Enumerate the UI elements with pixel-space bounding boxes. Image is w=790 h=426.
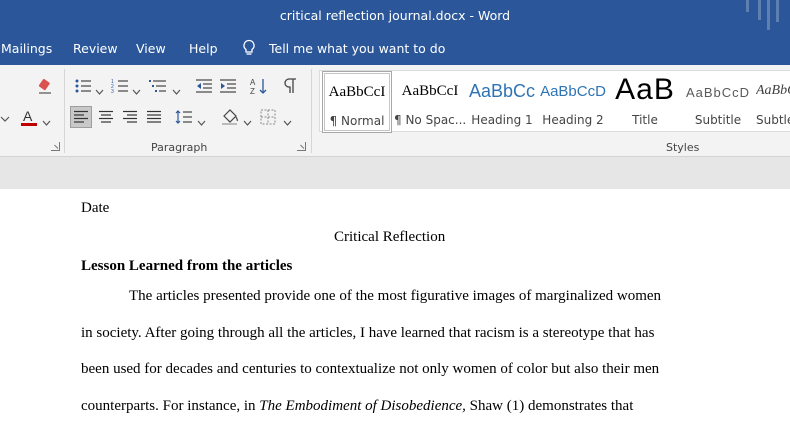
paragraph-dialog-launcher-icon[interactable] bbox=[297, 142, 306, 151]
svg-text:Z: Z bbox=[250, 87, 255, 95]
line-spacing-icon[interactable] bbox=[173, 106, 195, 128]
window-controls[interactable] bbox=[742, 0, 790, 33]
align-left-button[interactable] bbox=[70, 106, 92, 128]
paragraph-line: in society. After going through all the … bbox=[81, 325, 655, 341]
shading-dropdown-icon[interactable] bbox=[243, 114, 252, 132]
style-name: ¶ No Spac... bbox=[394, 113, 466, 127]
font-dialog-launcher-icon[interactable] bbox=[51, 142, 60, 151]
date-line: Date bbox=[81, 200, 110, 216]
style-sample: AaBbCcD bbox=[685, 85, 751, 100]
style-heading-2[interactable]: AaBbCcD Heading 2 bbox=[540, 71, 606, 133]
increase-indent-icon[interactable] bbox=[217, 75, 239, 97]
ribbon-tabs: Mailings Review View Help Tell me what y… bbox=[0, 33, 790, 65]
style-name: Heading 2 bbox=[542, 113, 604, 127]
style-name: Subtle bbox=[756, 113, 790, 127]
section-heading: Lesson Learned from the articles bbox=[81, 258, 293, 274]
text-run: Shaw (1) demonstrates that bbox=[465, 398, 634, 414]
borders-dropdown-icon[interactable] bbox=[283, 114, 292, 132]
svg-text:3: 3 bbox=[111, 89, 114, 94]
svg-text:A: A bbox=[23, 108, 33, 124]
line-spacing-dropdown-icon[interactable] bbox=[197, 114, 206, 132]
justify-button[interactable] bbox=[143, 106, 165, 128]
style-sample: AaBbCc bbox=[468, 81, 536, 101]
numbering-dropdown-icon[interactable] bbox=[132, 83, 141, 101]
multilevel-dropdown-icon[interactable] bbox=[172, 83, 181, 101]
paragraph-line: The articles presented provide one of th… bbox=[129, 288, 662, 304]
style-sample: AaBbCcD bbox=[540, 83, 606, 100]
shading-icon[interactable] bbox=[219, 106, 241, 128]
style-name: ¶ Normal bbox=[329, 114, 385, 128]
text-run: counterparts. For instance, in bbox=[81, 398, 260, 414]
styles-group-label: Styles bbox=[666, 141, 700, 154]
ribbon: A 123 AZ Paragraph AaBbCcI ¶ Normal AaBb… bbox=[0, 65, 790, 157]
borders-icon[interactable] bbox=[257, 106, 279, 128]
window-title: critical reflection journal.docx - Word bbox=[279, 8, 511, 23]
multilevel-list-icon[interactable] bbox=[147, 75, 169, 97]
style-subtle-emphasis[interactable]: AaBbCc Subtle bbox=[756, 71, 790, 133]
style-title[interactable]: AaB Title bbox=[610, 71, 680, 133]
tab-help[interactable]: Help bbox=[189, 41, 218, 56]
style-normal[interactable]: AaBbCcI ¶ Normal bbox=[322, 71, 392, 133]
align-right-button[interactable] bbox=[119, 106, 141, 128]
show-formatting-icon[interactable] bbox=[279, 75, 301, 97]
paragraph-line: counterparts. For instance, in The Embod… bbox=[81, 398, 633, 415]
title-bar: critical reflection journal.docx - Word bbox=[0, 0, 790, 33]
style-subtitle[interactable]: AaBbCcD Subtitle bbox=[684, 71, 752, 133]
style-sample: AaBbCcI bbox=[328, 84, 386, 100]
bullets-dropdown-icon[interactable] bbox=[95, 83, 104, 101]
paragraph-group-label: Paragraph bbox=[151, 141, 208, 154]
lightbulb-icon bbox=[242, 39, 256, 60]
font-color-icon[interactable]: A bbox=[18, 107, 40, 129]
document-title: Critical Reflection bbox=[334, 229, 446, 245]
font-dropdown-icon[interactable] bbox=[0, 110, 10, 122]
style-no-spacing[interactable]: AaBbCcI ¶ No Spac... bbox=[394, 71, 466, 133]
style-sample: AaBbCcI bbox=[401, 83, 459, 99]
style-heading-1[interactable]: AaBbCc Heading 1 bbox=[468, 71, 536, 133]
numbering-icon[interactable]: 123 bbox=[109, 75, 131, 97]
styles-gallery: AaBbCcI ¶ Normal AaBbCcI ¶ No Spac... Aa… bbox=[319, 70, 790, 133]
clear-formatting-icon[interactable] bbox=[34, 75, 56, 97]
style-sample: AaBbCc bbox=[756, 83, 790, 98]
tab-mailings[interactable]: Mailings bbox=[1, 41, 52, 56]
svg-text:A: A bbox=[250, 78, 256, 87]
tell-me-search[interactable]: Tell me what you want to do bbox=[269, 41, 445, 56]
document-page[interactable]: Date Critical Reflection Lesson Learned … bbox=[0, 189, 790, 426]
font-color-dropdown-icon[interactable] bbox=[42, 114, 51, 132]
document-background bbox=[0, 157, 790, 189]
style-sample: AaB bbox=[615, 73, 675, 106]
style-name: Title bbox=[632, 113, 658, 127]
align-center-button[interactable] bbox=[95, 106, 117, 128]
paragraph-line: been used for decades and centuries to c… bbox=[81, 361, 660, 377]
tab-review[interactable]: Review bbox=[73, 41, 118, 56]
style-name: Subtitle bbox=[694, 113, 742, 127]
sort-icon[interactable]: AZ bbox=[248, 75, 270, 97]
italic-title: The Embodiment of Disobedience, bbox=[259, 398, 466, 414]
tab-view[interactable]: View bbox=[136, 41, 166, 56]
bullets-icon[interactable] bbox=[72, 75, 94, 97]
decrease-indent-icon[interactable] bbox=[193, 75, 215, 97]
style-name: Heading 1 bbox=[471, 113, 533, 127]
